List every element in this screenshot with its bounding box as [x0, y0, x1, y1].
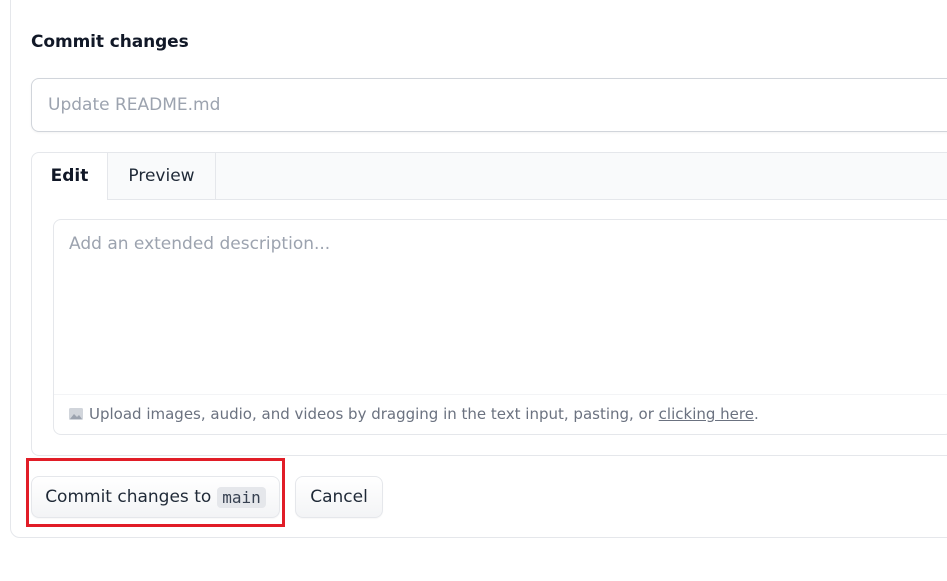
cancel-button[interactable]: Cancel: [295, 476, 383, 518]
commit-button-label: Commit changes to: [45, 487, 212, 507]
description-box: Upload images, audio, and videos by drag…: [53, 219, 947, 435]
commit-title: Commit changes: [31, 32, 189, 52]
editor-tabbar: Edit Preview: [32, 153, 947, 200]
upload-hint-bar: Upload images, audio, and videos by drag…: [54, 394, 947, 434]
commit-summary-input[interactable]: [31, 78, 947, 132]
upload-hint-text: Upload images, audio, and videos by drag…: [89, 405, 659, 423]
branch-name: main: [217, 486, 266, 508]
tab-preview[interactable]: Preview: [108, 153, 216, 199]
description-editor: Edit Preview Upload images, audio, and v…: [31, 152, 947, 456]
upload-link[interactable]: clicking here: [659, 405, 754, 423]
commit-changes-button[interactable]: Commit changes to main: [31, 476, 280, 518]
upload-hint-suffix: .: [753, 405, 759, 423]
tab-edit[interactable]: Edit: [32, 153, 108, 200]
description-textarea[interactable]: [54, 220, 947, 392]
image-icon: [69, 408, 83, 420]
